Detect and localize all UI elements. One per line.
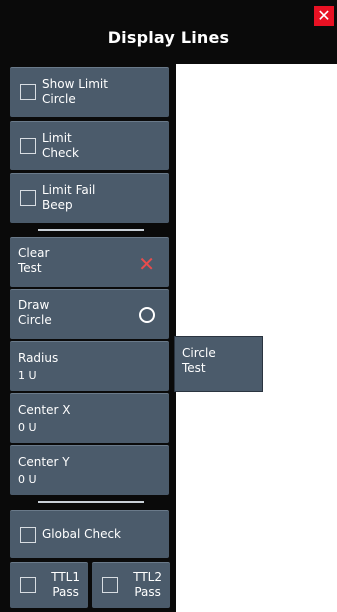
close-button[interactable]: ✕ <box>314 6 334 26</box>
center-x-value: 0 U <box>18 421 37 434</box>
clear-test-button[interactable]: Clear Test ✕ <box>10 237 169 287</box>
radius-value: 1 U <box>18 369 37 382</box>
panel-title: Display Lines <box>107 28 230 47</box>
circle-icon <box>139 307 155 323</box>
limit-check-checkbox[interactable] <box>20 138 36 154</box>
clear-test-label: Clear Test <box>18 246 50 275</box>
draw-circle-button[interactable]: Draw Circle <box>10 289 169 339</box>
show-limit-circle-checkbox[interactable] <box>20 84 36 100</box>
limit-fail-beep-checkbox[interactable] <box>20 190 36 206</box>
ttl1-pass-label: TTL1 Pass <box>51 570 80 599</box>
show-limit-circle-label: Show Limit Circle <box>42 77 108 106</box>
draw-circle-label: Draw Circle <box>18 298 52 327</box>
circle-test-button[interactable]: Circle Test <box>174 336 263 392</box>
center-y-value: 0 U <box>18 473 37 486</box>
global-check-button[interactable]: Global Check <box>10 510 169 558</box>
limit-fail-beep-button[interactable]: Limit Fail Beep <box>10 173 169 223</box>
divider <box>38 501 144 503</box>
panel-header: Display Lines ✕ <box>0 0 337 64</box>
global-check-label: Global Check <box>42 527 122 541</box>
ttl1-pass-checkbox[interactable] <box>20 577 36 593</box>
radius-button[interactable]: Radius 1 U <box>10 341 169 391</box>
limit-check-button[interactable]: Limit Check <box>10 121 169 170</box>
limit-check-label: Limit Check <box>42 131 79 160</box>
center-y-button[interactable]: Center Y 0 U <box>10 445 169 495</box>
limit-fail-beep-label: Limit Fail Beep <box>42 183 96 212</box>
center-y-label: Center Y <box>18 455 70 469</box>
radius-label: Radius <box>18 351 59 365</box>
global-check-checkbox[interactable] <box>20 527 36 543</box>
ttl2-pass-button[interactable]: TTL2 Pass <box>92 562 170 608</box>
center-x-label: Center X <box>18 403 71 417</box>
ttl2-pass-label: TTL2 Pass <box>133 570 162 599</box>
divider <box>38 229 144 231</box>
clear-x-icon: ✕ <box>138 252 155 276</box>
ttl1-pass-button[interactable]: TTL1 Pass <box>10 562 88 608</box>
show-limit-circle-button[interactable]: Show Limit Circle <box>10 67 169 117</box>
center-x-button[interactable]: Center X 0 U <box>10 393 169 443</box>
ttl2-pass-checkbox[interactable] <box>102 577 118 593</box>
